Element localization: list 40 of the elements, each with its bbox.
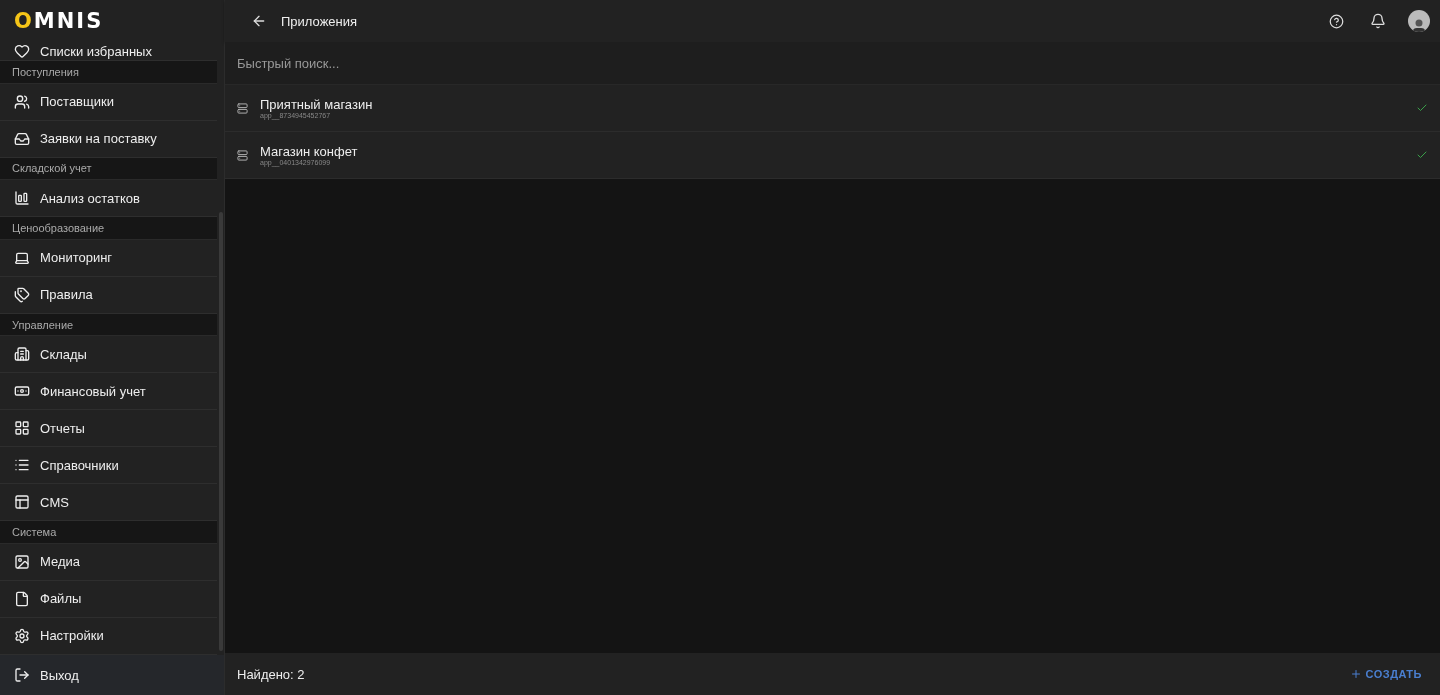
logout-item[interactable]: Выход [0,655,224,695]
tray-icon [14,130,30,147]
sidebar-item[interactable]: Отчеты [0,410,217,448]
sidebar-item[interactable]: Правила [0,276,217,314]
sidebar-item[interactable]: Медиа [0,543,217,581]
sidebar-group-label: Управление [0,313,217,337]
sidebar-group-label: Складской учет [0,157,217,181]
sidebar-group-label: Система [0,521,217,544]
tag-icon [14,286,30,303]
image-icon [14,553,30,570]
sidebar-group-label: Поступления [0,61,217,84]
bell-icon [1370,13,1386,29]
app-name: Приятный магазин [260,97,374,112]
sidebar-item[interactable]: Финансовый учет [0,373,217,411]
app-name: Магазин конфет [260,144,359,159]
logout-icon [14,667,30,683]
grid-icon [14,420,30,437]
found-count: Найдено: 2 [237,666,305,682]
help-icon [1329,13,1344,29]
create-button[interactable]: СОЗДАТЬ [1343,667,1428,681]
sidebar-item[interactable]: Справочники [0,447,217,485]
users-icon [14,93,30,110]
sidebar-item[interactable]: Мониторинг [0,239,217,277]
file-icon [14,590,30,607]
logo: OMNIS [14,10,104,32]
building-icon [14,346,30,363]
sidebar-item[interactable]: Настройки [0,617,217,655]
avatar[interactable] [1408,10,1430,32]
sidebar-group-label: Ценообразование [0,217,217,240]
bar-chart-icon [14,190,30,207]
sidebar-item[interactable]: Склады [0,336,217,374]
page-title: Приложения [281,13,359,29]
plus-icon [1349,668,1362,680]
search-field[interactable]: Быстрый поиск... [225,42,1440,85]
layout-icon [14,494,30,511]
sidebar-item[interactable]: Поставщики [0,83,217,121]
sidebar-item[interactable]: Заявки на поставку [0,120,217,158]
settings-icon [14,627,30,644]
heart-icon [14,43,30,59]
sidebar-item[interactable]: Файлы [0,580,217,618]
